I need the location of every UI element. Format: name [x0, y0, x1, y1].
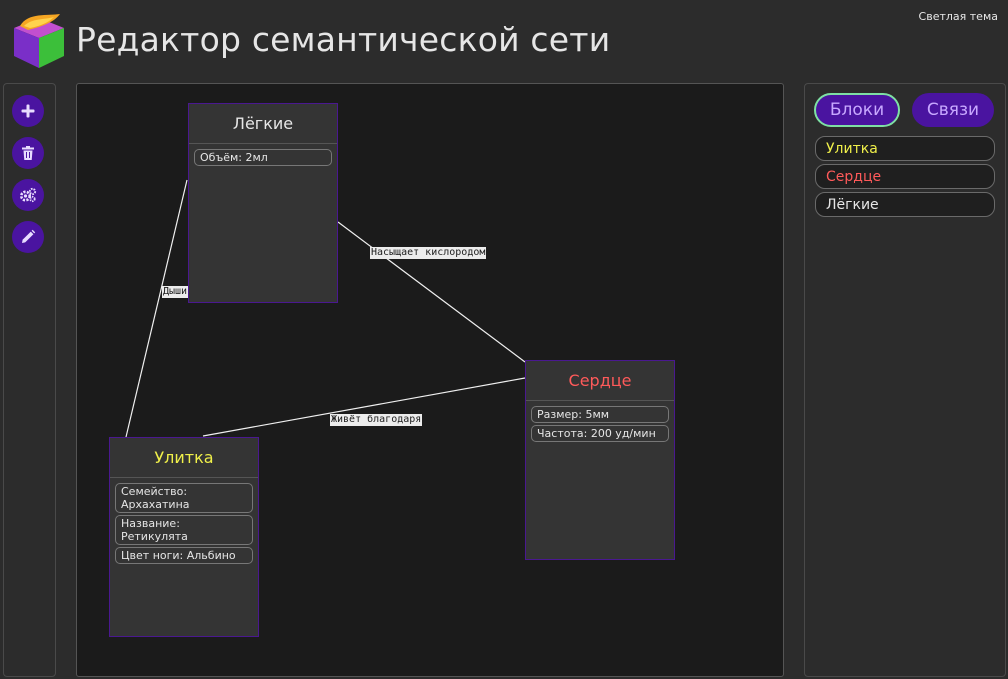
- edge-line[interactable]: [202, 377, 526, 437]
- app-title: Редактор семантической сети: [76, 20, 611, 59]
- node-lungs[interactable]: Лёгкие Объём: 2мл: [188, 103, 338, 303]
- edge-label[interactable]: Дыши: [162, 286, 189, 298]
- node-title: Лёгкие: [189, 104, 337, 144]
- theme-toggle[interactable]: Светлая тема: [919, 10, 998, 23]
- app-logo-icon: [14, 14, 64, 68]
- node-property[interactable]: Размер: 5мм: [531, 406, 669, 423]
- tab-links[interactable]: Связи: [912, 93, 994, 127]
- network-canvas[interactable]: Насыщает кислородом Живёт благодаря Дыши…: [76, 83, 784, 677]
- node-property[interactable]: Семейство: Архахатина: [115, 483, 253, 513]
- side-panel: Блоки Связи Улитка Сердце Лёгкие: [804, 83, 1006, 677]
- trash-icon: [22, 146, 34, 160]
- node-property[interactable]: Объём: 2мл: [194, 149, 332, 166]
- node-title: Сердце: [526, 361, 674, 401]
- node-snail[interactable]: Улитка Семейство: Архахатина Название: Р…: [109, 437, 259, 637]
- node-title: Улитка: [110, 438, 258, 478]
- pencil-icon: [22, 229, 36, 243]
- add-button[interactable]: [12, 95, 44, 127]
- block-list-item-snail[interactable]: Улитка: [815, 136, 995, 161]
- edge-label[interactable]: Насыщает кислородом: [370, 247, 487, 259]
- settings-button[interactable]: [12, 179, 44, 211]
- node-property[interactable]: Цвет ноги: Альбино: [115, 547, 253, 564]
- edit-button[interactable]: [12, 221, 44, 253]
- edge-line[interactable]: [337, 221, 526, 363]
- plus-icon: [21, 104, 35, 118]
- toolbar: [3, 83, 56, 677]
- edge-label[interactable]: Живёт благодаря: [330, 414, 423, 426]
- edge-line[interactable]: [125, 179, 188, 438]
- node-property[interactable]: Частота: 200 уд/мин: [531, 425, 669, 442]
- node-heart[interactable]: Сердце Размер: 5мм Частота: 200 уд/мин: [525, 360, 675, 560]
- gears-icon: [20, 187, 37, 203]
- block-list-item-lungs[interactable]: Лёгкие: [815, 192, 995, 217]
- delete-button[interactable]: [12, 137, 44, 169]
- block-list-item-heart[interactable]: Сердце: [815, 164, 995, 189]
- tab-blocks[interactable]: Блоки: [814, 93, 900, 127]
- node-property[interactable]: Название: Ретикулята: [115, 515, 253, 545]
